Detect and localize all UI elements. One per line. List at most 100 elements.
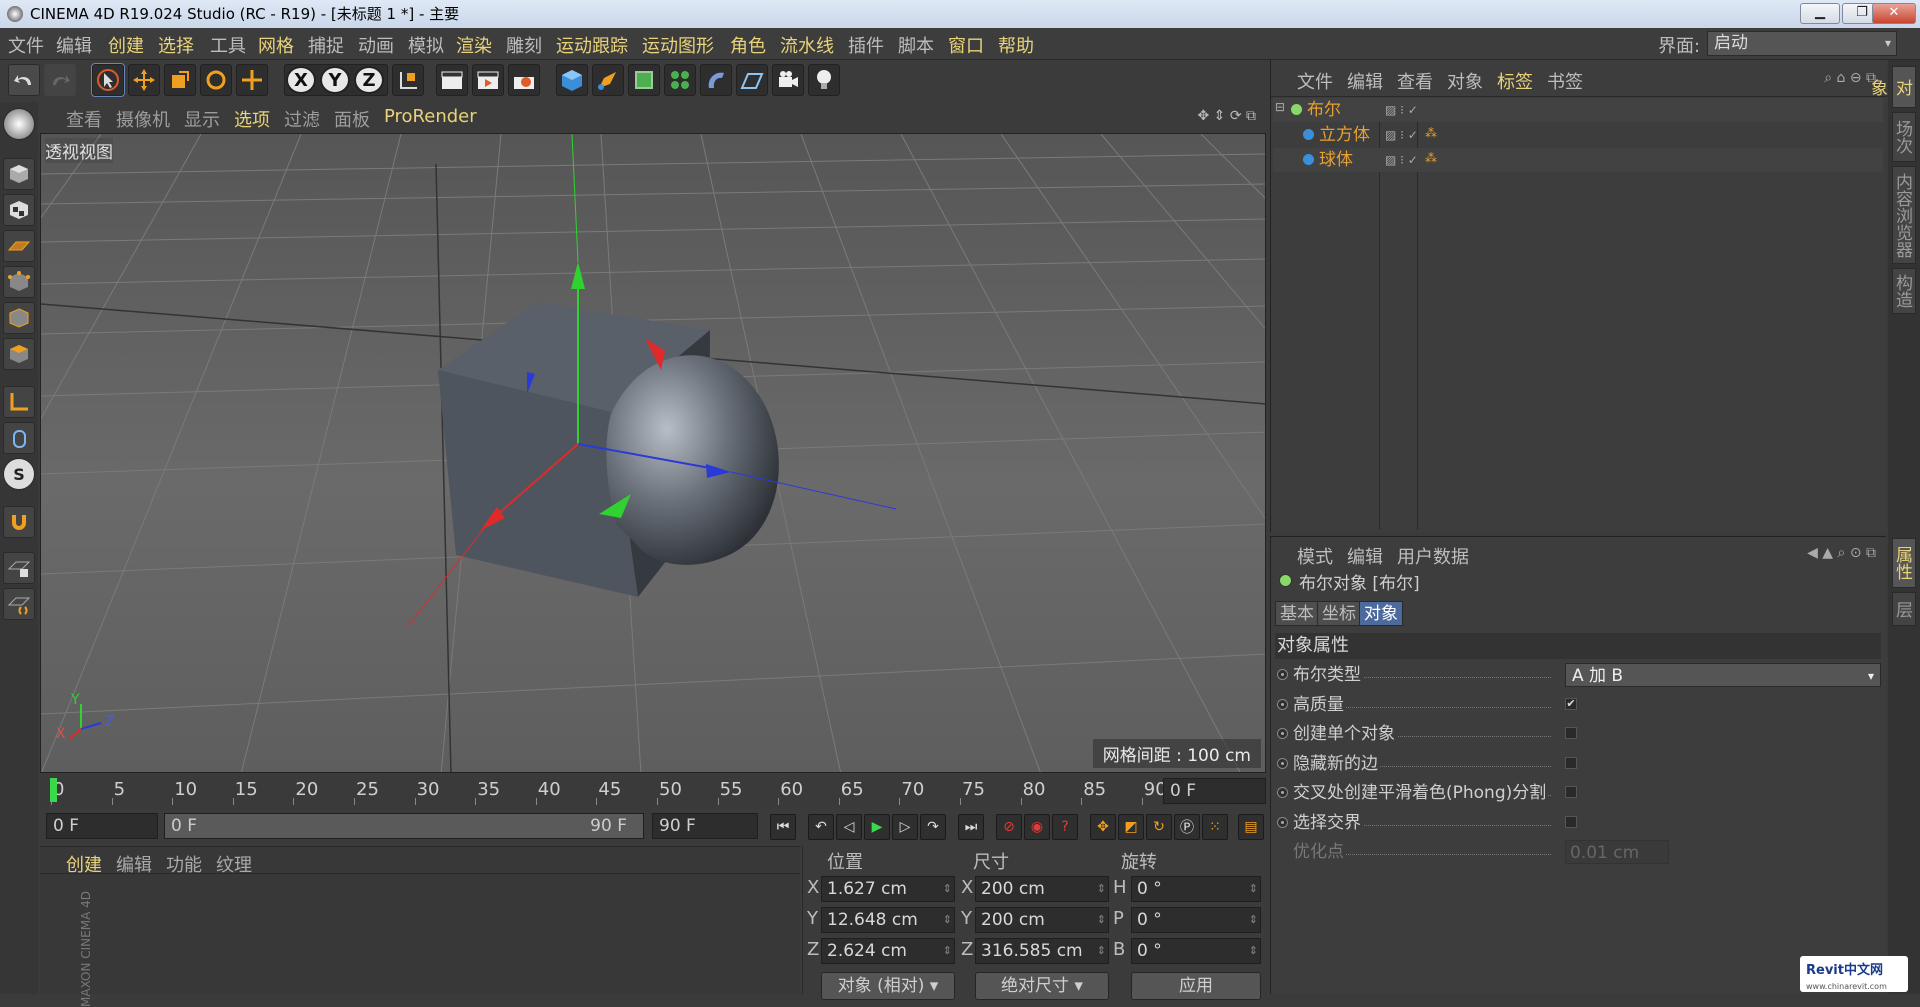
play-button[interactable]: ▶	[864, 814, 890, 840]
attribute-tab-0[interactable]: 基本	[1275, 601, 1319, 626]
attribute-tab-1[interactable]: 坐标	[1317, 601, 1361, 626]
timeline-window-button[interactable]: ▤	[1238, 814, 1264, 840]
texture-mode-button[interactable]	[3, 194, 35, 226]
size-mode-select[interactable]: 绝对尺寸 ▾	[975, 972, 1109, 1000]
menu-item-8[interactable]: 模拟	[408, 32, 444, 58]
right-tab-bottom-0[interactable]: 属性	[1892, 538, 1916, 588]
viewport-menu-2[interactable]: 显示	[184, 106, 220, 132]
animate-radio[interactable]	[1277, 698, 1288, 710]
light-button[interactable]	[808, 64, 840, 96]
menu-item-12[interactable]: 运动图形	[642, 32, 714, 58]
right-tab-1[interactable]: 场次	[1892, 112, 1916, 162]
planar-workplane-button[interactable]	[3, 588, 35, 620]
undo-button[interactable]	[8, 64, 40, 96]
model-mode-button[interactable]	[3, 158, 35, 190]
snap-button[interactable]	[3, 506, 35, 538]
property-checkbox[interactable]: ✔	[1565, 697, 1577, 710]
cube-button[interactable]	[556, 64, 588, 96]
rotation-h-field[interactable]: 0 °	[1131, 876, 1261, 902]
object-menu-0[interactable]: 文件	[1297, 68, 1333, 94]
interface-select[interactable]: 启动	[1707, 31, 1897, 56]
tree-expand-icon[interactable]: ⊟	[1275, 100, 1285, 114]
size-z-field[interactable]: 316.585 cm	[975, 938, 1109, 964]
axis-mode-button[interactable]	[3, 386, 35, 418]
solo-button[interactable]: S	[3, 458, 35, 490]
viewport-menu-4[interactable]: 过滤	[284, 106, 320, 132]
make-editable-button[interactable]	[3, 108, 35, 140]
object-menu-5[interactable]: 书签	[1547, 68, 1583, 94]
render-settings-button[interactable]	[508, 64, 540, 96]
subdivision-button[interactable]	[628, 64, 660, 96]
prev-frame-button[interactable]: ◁	[836, 814, 862, 840]
object-menu-3[interactable]: 对象	[1447, 68, 1483, 94]
position-key-toggle[interactable]: ✥	[1090, 814, 1116, 840]
next-key-button[interactable]: ↷	[920, 814, 946, 840]
menu-item-17[interactable]: 窗口	[948, 32, 984, 58]
edges-mode-button[interactable]	[3, 302, 35, 334]
rotate-tool-button[interactable]	[200, 64, 232, 96]
optimize-points-field[interactable]: 0.01 cm	[1565, 840, 1669, 864]
tweak-mode-button[interactable]	[3, 422, 35, 454]
object-row[interactable]: 布尔 ▨ ⁝ ✓	[1273, 98, 1883, 122]
timeline-ruler[interactable]: 0 5 10 15 20 25 30 35 40 45 50 55 60 65 70 75 80 85 90	[40, 776, 1266, 806]
menu-item-11[interactable]: 运动跟踪	[556, 32, 628, 58]
viewport-menu-5[interactable]: 面板	[334, 106, 370, 132]
pen-tool-button[interactable]	[592, 64, 624, 96]
menu-item-5[interactable]: 网格	[258, 32, 294, 58]
scale-tool-button[interactable]	[164, 64, 196, 96]
viewport-menu-3[interactable]: 选项	[234, 106, 270, 132]
viewport-menu-0[interactable]: 查看	[66, 106, 102, 132]
redo-button[interactable]	[44, 64, 76, 96]
menu-item-13[interactable]: 角色	[730, 32, 766, 58]
menu-item-3[interactable]: 选择	[158, 32, 194, 58]
menu-item-14[interactable]: 流水线	[780, 32, 834, 58]
max-time-field[interactable]: 90 F	[652, 813, 758, 839]
cloner-button[interactable]	[664, 64, 696, 96]
right-tab-3[interactable]: 构造	[1892, 268, 1916, 314]
camera-button[interactable]	[772, 64, 804, 96]
position-x-field[interactable]: 1.627 cm	[821, 876, 955, 902]
viewport-menu-6[interactable]: ProRender	[384, 106, 477, 127]
animate-radio[interactable]	[1277, 757, 1288, 769]
menu-item-1[interactable]: 编辑	[56, 32, 92, 58]
coord-mode-select[interactable]: 对象 (相对) ▾	[821, 972, 955, 1000]
viewport-nav-icons[interactable]: ✥ ⇕ ⟳ ⧉	[1197, 108, 1256, 124]
menu-item-16[interactable]: 脚本	[898, 32, 934, 58]
animate-radio[interactable]	[1277, 728, 1288, 739]
points-mode-button[interactable]	[3, 266, 35, 298]
move-tool-button[interactable]	[128, 64, 160, 96]
next-frame-button[interactable]: ▷	[892, 814, 918, 840]
z-axis-toggle[interactable]: Z	[354, 66, 384, 94]
scale-key-toggle[interactable]: ◩	[1118, 814, 1144, 840]
menu-item-0[interactable]: 文件	[8, 32, 44, 58]
right-tab-0[interactable]: 对象	[1867, 66, 1916, 108]
goto-end-button[interactable]: ⏭	[958, 814, 984, 840]
position-y-field[interactable]: 12.648 cm	[821, 907, 955, 933]
property-checkbox[interactable]	[1565, 786, 1577, 798]
property-checkbox[interactable]	[1565, 727, 1577, 739]
menu-item-2[interactable]: 创建	[108, 32, 144, 58]
menu-item-4[interactable]: 工具	[210, 32, 246, 58]
right-tab-2[interactable]: 内容浏览器	[1892, 166, 1916, 264]
right-tab-bottom-1[interactable]: 层	[1892, 592, 1916, 626]
visibility-toggle[interactable]: ▨ ⁝ ✓	[1385, 98, 1418, 122]
preview-range-slider[interactable]: 0 F 90 F	[164, 813, 644, 839]
object-row[interactable]: 球体 ▨ ⁝ ✓ ⁂	[1273, 148, 1883, 172]
rotation-p-field[interactable]: 0 °	[1131, 907, 1261, 933]
phong-tag-icon[interactable]: ⁂	[1425, 121, 1437, 145]
coordinate-system-button[interactable]	[392, 64, 424, 96]
attribute-menu-0[interactable]: 模式	[1297, 543, 1333, 569]
size-x-field[interactable]: 200 cm	[975, 876, 1109, 902]
menu-item-15[interactable]: 插件	[848, 32, 884, 58]
lock-workplane-button[interactable]	[3, 552, 35, 584]
live-select-button[interactable]	[236, 64, 268, 96]
workplane-mode-button[interactable]	[3, 230, 35, 262]
sphere-object[interactable]	[606, 355, 779, 565]
property-checkbox[interactable]	[1565, 815, 1577, 828]
object-menu-4[interactable]: 标签	[1497, 68, 1533, 94]
prev-key-button[interactable]: ↶	[808, 814, 834, 840]
attribute-nav-icons[interactable]: ◀ ▲ ⌕ ⊙ ⧉	[1807, 545, 1876, 561]
object-row[interactable]: 立方体 ▨ ⁝ ✓ ⁂	[1273, 123, 1883, 147]
menu-item-9[interactable]: 渲染	[456, 32, 492, 58]
parameter-key-toggle[interactable]: Ⓟ	[1174, 814, 1200, 840]
